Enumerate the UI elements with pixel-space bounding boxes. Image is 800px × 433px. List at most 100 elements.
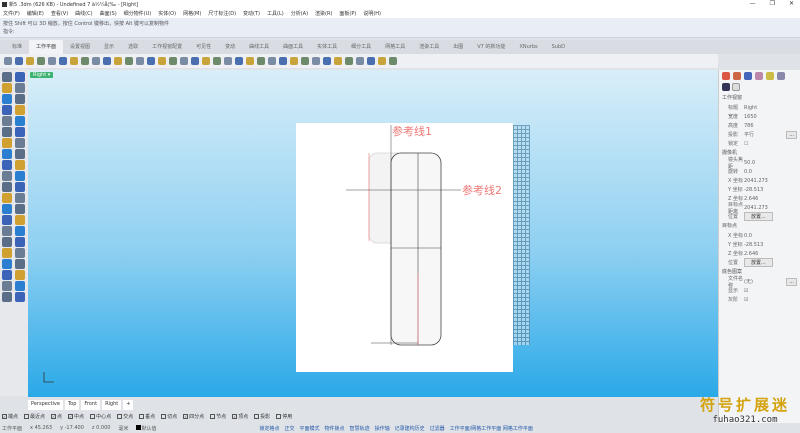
tool-icon[interactable] <box>2 237 12 247</box>
property-value[interactable]: 2041.273 <box>744 205 797 211</box>
tool-icon[interactable] <box>15 160 25 170</box>
osnap-8[interactable]: ✓ 四分点 <box>183 413 204 420</box>
property-value[interactable]: 2.646 <box>744 251 797 257</box>
lights-tab-icon[interactable] <box>755 72 763 80</box>
menu-item[interactable]: 细分物件(U) <box>124 10 152 17</box>
tool-icon[interactable] <box>15 105 25 115</box>
tool-icon[interactable] <box>15 204 25 214</box>
tool-icon[interactable] <box>2 292 12 302</box>
property-value[interactable]: 2.646 <box>744 196 797 202</box>
property-value[interactable]: 平行 <box>744 131 786 138</box>
tool-icon[interactable] <box>15 270 25 280</box>
osnap-0[interactable]: ✓ 端点 <box>2 413 18 420</box>
place-button[interactable]: 放置... <box>744 212 773 221</box>
menu-item[interactable]: 变动(T) <box>243 10 260 17</box>
osnap-3[interactable]: ✓ 中点 <box>68 413 84 420</box>
toolbar-icon[interactable] <box>257 57 265 65</box>
checkbox[interactable]: ✓ <box>2 414 7 419</box>
toolbar-icon[interactable] <box>147 57 155 65</box>
toolbar-tab[interactable]: XNurbs <box>512 40 544 54</box>
toolbar-icon[interactable] <box>48 57 56 65</box>
checkbox[interactable]: ✓ <box>183 414 189 419</box>
toolbar-tab[interactable]: 渲染工具 <box>412 40 446 54</box>
menu-item[interactable]: 网格(M) <box>183 10 201 17</box>
property-value[interactable]: 786 <box>744 123 797 129</box>
toolbar-tab[interactable]: V7 的新功能 <box>470 40 512 54</box>
tool-icon[interactable] <box>15 292 25 302</box>
minimize-button[interactable]: — <box>750 0 756 7</box>
toolbar-tab[interactable]: 可见性 <box>189 40 218 54</box>
toolbar-tab[interactable]: 细分工具 <box>344 40 378 54</box>
tool-icon[interactable] <box>2 105 12 115</box>
toolbar-icon[interactable] <box>92 57 100 65</box>
render-tab-icon[interactable] <box>733 72 741 80</box>
toolbar-icon[interactable] <box>389 57 397 65</box>
checkbox[interactable] <box>139 414 145 419</box>
toolbar-icon[interactable] <box>213 57 221 65</box>
checkbox[interactable] <box>210 414 216 419</box>
osnap-2[interactable]: ✓ 点 <box>51 413 62 420</box>
tool-icon[interactable] <box>15 237 25 247</box>
checkbox[interactable]: ✓ <box>68 414 74 419</box>
osnap-6[interactable]: 垂点 <box>139 413 155 420</box>
tool-icon[interactable] <box>2 171 12 181</box>
toolbar-icon[interactable] <box>202 57 210 65</box>
viewport-tab[interactable]: Perspective <box>28 400 63 410</box>
tool-icon[interactable] <box>15 83 25 93</box>
toolbar-icon[interactable] <box>367 57 375 65</box>
viewport-tab[interactable]: + <box>123 400 134 410</box>
toolbar-tab[interactable]: 实体工具 <box>310 40 344 54</box>
status-toggle[interactable]: 工作平面/网格工作平面 网格工作平面 <box>450 425 533 432</box>
status-toggle[interactable]: 正交 <box>285 425 295 432</box>
checkbox[interactable]: ✓ <box>232 414 238 419</box>
toolbar-tab[interactable]: 出图 <box>446 40 470 54</box>
tool-icon[interactable] <box>2 127 12 137</box>
tool-icon[interactable] <box>2 83 12 93</box>
tool-icon[interactable] <box>2 72 12 82</box>
toolbar-icon[interactable] <box>114 57 122 65</box>
toolbar-icon[interactable] <box>103 57 111 65</box>
checkbox[interactable] <box>276 414 282 419</box>
tool-icon[interactable] <box>2 149 12 159</box>
menu-item[interactable]: 分析(A) <box>291 10 308 17</box>
viewport-tab[interactable]: Top <box>64 400 80 410</box>
toolbar-tab[interactable]: 工作平面 <box>29 40 64 54</box>
status-toggle[interactable]: 智慧轨迹 <box>350 425 370 432</box>
osnap-12[interactable]: 停用 <box>276 413 292 420</box>
checkbox[interactable] <box>117 414 123 419</box>
toolbar-icon[interactable] <box>246 57 254 65</box>
osnap-5[interactable]: 交点 <box>117 413 133 420</box>
tool-icon[interactable] <box>2 160 12 170</box>
property-value[interactable]: Right <box>744 105 797 111</box>
tool-icon[interactable] <box>15 182 25 192</box>
toolbar-icon[interactable] <box>125 57 133 65</box>
tool-icon[interactable] <box>2 94 12 104</box>
menu-item[interactable]: 面板(P) <box>339 10 356 17</box>
osnap-9[interactable]: 节点 <box>210 413 226 420</box>
tool-icon[interactable] <box>15 171 25 181</box>
tool-icon[interactable] <box>2 204 12 214</box>
toolbar-icon[interactable] <box>378 57 386 65</box>
layers-tab-icon[interactable] <box>777 72 785 80</box>
place-button[interactable]: 放置... <box>744 258 773 267</box>
toolbar-icon[interactable] <box>59 57 67 65</box>
status-toggle[interactable]: 平面模式 <box>300 425 320 432</box>
toolbar-tab[interactable]: 工作视窗配置 <box>145 40 189 54</box>
menu-item[interactable]: 工具(L) <box>267 10 284 17</box>
viewport-icon[interactable] <box>732 83 740 91</box>
osnap-7[interactable]: 切点 <box>161 413 177 420</box>
status-toggle[interactable]: 锁定格点 <box>259 425 279 432</box>
status-toggle[interactable]: 过滤器 <box>430 425 445 432</box>
property-value[interactable]: -28.513 <box>744 187 797 193</box>
checkbox[interactable]: ✓ <box>51 414 57 419</box>
menu-item[interactable]: 曲面(S) <box>100 10 117 17</box>
tool-icon[interactable] <box>2 182 12 192</box>
close-button[interactable]: ✕ <box>789 0 794 7</box>
toolbar-tab[interactable]: 选取 <box>121 40 145 54</box>
more-button[interactable]: ... <box>786 130 797 139</box>
tool-icon[interactable] <box>2 193 12 203</box>
maximize-button[interactable]: ❐ <box>770 0 775 7</box>
property-value[interactable]: ☐ <box>744 141 797 147</box>
toolbar-icon[interactable] <box>323 57 331 65</box>
checkbox[interactable] <box>254 414 260 419</box>
